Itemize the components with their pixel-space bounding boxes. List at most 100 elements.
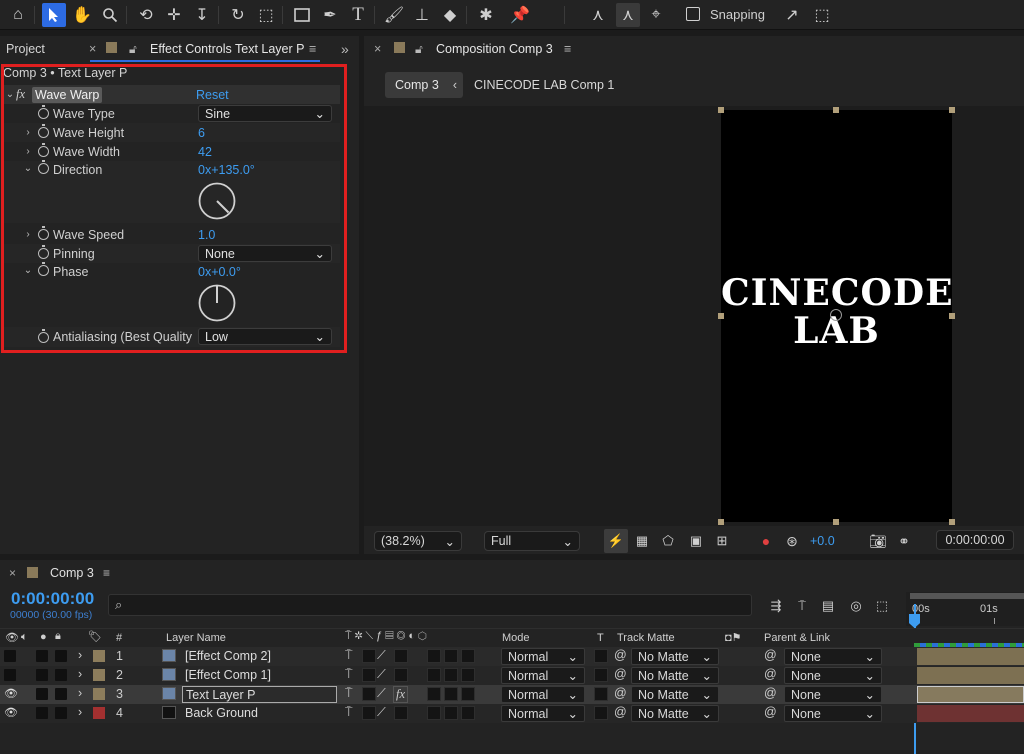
parent-pickwhip-icon[interactable]: @: [764, 686, 777, 700]
panel-menu-icon[interactable]: ≡: [309, 42, 316, 56]
collapse-switch[interactable]: [362, 668, 376, 682]
layer-name[interactable]: Text Layer P: [182, 686, 337, 703]
rotation-tool-icon[interactable]: ↻: [226, 3, 250, 27]
home-icon[interactable]: ⌂: [6, 3, 30, 27]
effect-controls-tab[interactable]: Effect Controls Text Layer P: [150, 42, 304, 56]
parent-dropdown[interactable]: None ⌄: [784, 705, 882, 722]
preserve-transparency-switch[interactable]: [594, 706, 608, 720]
clone-stamp-tool-icon[interactable]: ⊥: [410, 3, 434, 27]
parent-dropdown[interactable]: None ⌄: [784, 648, 882, 665]
layer-duration-bar[interactable]: [917, 667, 1024, 684]
lock-icon[interactable]: 🔓︎: [415, 42, 423, 57]
motion-blur-switch[interactable]: [444, 687, 458, 701]
quality-switch-icon[interactable]: ⟋: [377, 705, 386, 720]
layer-duration-bar[interactable]: [917, 686, 1024, 703]
transform-handle[interactable]: [949, 519, 955, 525]
label-color[interactable]: [93, 707, 105, 719]
layer-duration-bar[interactable]: [917, 648, 1024, 665]
frame-blend-switch[interactable]: [427, 687, 441, 701]
solo-switch[interactable]: [36, 707, 48, 719]
preserve-transparency-switch[interactable]: [594, 687, 608, 701]
parent-pickwhip-icon[interactable]: @: [764, 705, 777, 719]
mask-visibility-icon[interactable]: ⬠: [656, 529, 680, 553]
transform-handle[interactable]: [833, 107, 839, 113]
label-tag-icon[interactable]: 🏷︎: [88, 630, 102, 643]
motion-blur-switch[interactable]: [444, 706, 458, 720]
quality-switch-icon[interactable]: ⟋: [377, 648, 386, 663]
motion-blur-switch[interactable]: [444, 649, 458, 663]
exposure-value[interactable]: +0.0: [810, 534, 835, 548]
snapshot-camera-icon[interactable]: 📷︎: [866, 529, 890, 553]
shy-layers-icon[interactable]: ⍑: [790, 594, 814, 618]
rectangle-tool-icon[interactable]: [290, 3, 314, 27]
hand-tool-icon[interactable]: ✋: [70, 3, 94, 27]
collapse-switch[interactable]: [362, 649, 376, 663]
av-switches-icon[interactable]: 👁︎: [5, 631, 19, 644]
video-switch[interactable]: [4, 650, 16, 662]
audio-icon[interactable]: 🔈︎: [21, 631, 28, 644]
view-axis-icon[interactable]: ⌖: [644, 3, 668, 27]
local-axis-icon[interactable]: ⋏: [586, 3, 610, 27]
frame-blend-switch[interactable]: [427, 649, 441, 663]
parent-dropdown[interactable]: None ⌄: [784, 686, 882, 703]
lock-switch[interactable]: [55, 669, 67, 681]
adjustment-switch[interactable]: [461, 706, 475, 720]
dolly-camera-icon[interactable]: ↧: [190, 3, 214, 27]
layer-search-input[interactable]: ⌕: [108, 594, 752, 616]
track-matte-dropdown[interactable]: No Matte ⌄: [631, 667, 719, 684]
pickwhip-icon[interactable]: @: [614, 667, 627, 681]
table-row[interactable]: › 2 [Effect Comp 1] ⍑ ⟋ Normal ⌄ @ No Mat…: [0, 666, 1024, 685]
label-color[interactable]: [93, 669, 105, 681]
pan-behind-tool-icon[interactable]: ⬚: [254, 3, 278, 27]
table-row[interactable]: 👁︎ › 3 Text Layer P ⍑ ⟋ fx Normal ⌄ @ No …: [0, 685, 1024, 704]
effect-switch[interactable]: [394, 649, 408, 663]
project-tab[interactable]: Project: [6, 42, 45, 56]
composition-flowchart-icon[interactable]: ⇶: [764, 594, 788, 618]
solo-switch[interactable]: [36, 669, 48, 681]
mode-dropdown[interactable]: Normal ⌄: [501, 705, 585, 722]
comp-crumb-active[interactable]: Comp 3 ‹: [385, 72, 463, 98]
time-ruler[interactable]: 00s 01s: [906, 592, 1024, 626]
header-layer-name[interactable]: Layer Name: [166, 632, 226, 644]
timeline-timecode[interactable]: 0:00:00:00: [11, 589, 94, 609]
graph-editor-icon[interactable]: ⬚: [870, 594, 894, 618]
transform-handle[interactable]: [833, 519, 839, 525]
parent-pickwhip-icon[interactable]: @: [764, 667, 777, 681]
shy-switch-icon[interactable]: ⍑: [345, 648, 353, 663]
expand-chevron-icon[interactable]: ›: [78, 686, 82, 700]
lock-switch[interactable]: [55, 688, 67, 700]
video-switch[interactable]: [4, 669, 16, 681]
shy-switch-icon[interactable]: ⍑: [345, 686, 353, 701]
track-matte-dropdown[interactable]: No Matte ⌄: [631, 648, 719, 665]
type-tool-icon[interactable]: T: [346, 3, 370, 27]
snap-features-icon[interactable]: ⬚: [810, 3, 834, 27]
frame-blend-switch[interactable]: [427, 668, 441, 682]
label-color[interactable]: [93, 650, 105, 662]
parent-dropdown[interactable]: None ⌄: [784, 667, 882, 684]
mode-dropdown[interactable]: Normal ⌄: [501, 648, 585, 665]
effect-switch[interactable]: [394, 668, 408, 682]
expand-chevron-icon[interactable]: ›: [78, 705, 82, 719]
frame-blending-icon[interactable]: ▤: [816, 594, 840, 618]
pen-tool-icon[interactable]: ✒: [318, 3, 342, 27]
mode-dropdown[interactable]: Normal ⌄: [501, 667, 585, 684]
transform-handle[interactable]: [718, 519, 724, 525]
quality-switch-icon[interactable]: ⟋: [377, 686, 386, 701]
parent-pickwhip-icon[interactable]: @: [764, 648, 777, 662]
channel-icon[interactable]: ●: [754, 529, 778, 553]
adjustment-switch[interactable]: [461, 649, 475, 663]
collapse-switch[interactable]: [362, 706, 376, 720]
composition-tab[interactable]: Composition Comp 3: [436, 42, 553, 56]
transform-handle[interactable]: [718, 313, 724, 319]
eye-icon[interactable]: 👁︎: [4, 687, 18, 700]
pickwhip-icon[interactable]: @: [614, 705, 627, 719]
layer-name[interactable]: [Effect Comp 2]: [182, 648, 274, 665]
transform-handle[interactable]: [949, 107, 955, 113]
close-icon[interactable]: ×: [9, 566, 16, 580]
close-icon[interactable]: ×: [374, 42, 381, 56]
frame-blend-switch[interactable]: [427, 706, 441, 720]
resolution-dropdown[interactable]: Full ⌄: [484, 531, 580, 551]
lock-icon[interactable]: 🔓︎: [129, 42, 137, 57]
lock-switch[interactable]: [55, 650, 67, 662]
pickwhip-icon[interactable]: @: [614, 686, 627, 700]
